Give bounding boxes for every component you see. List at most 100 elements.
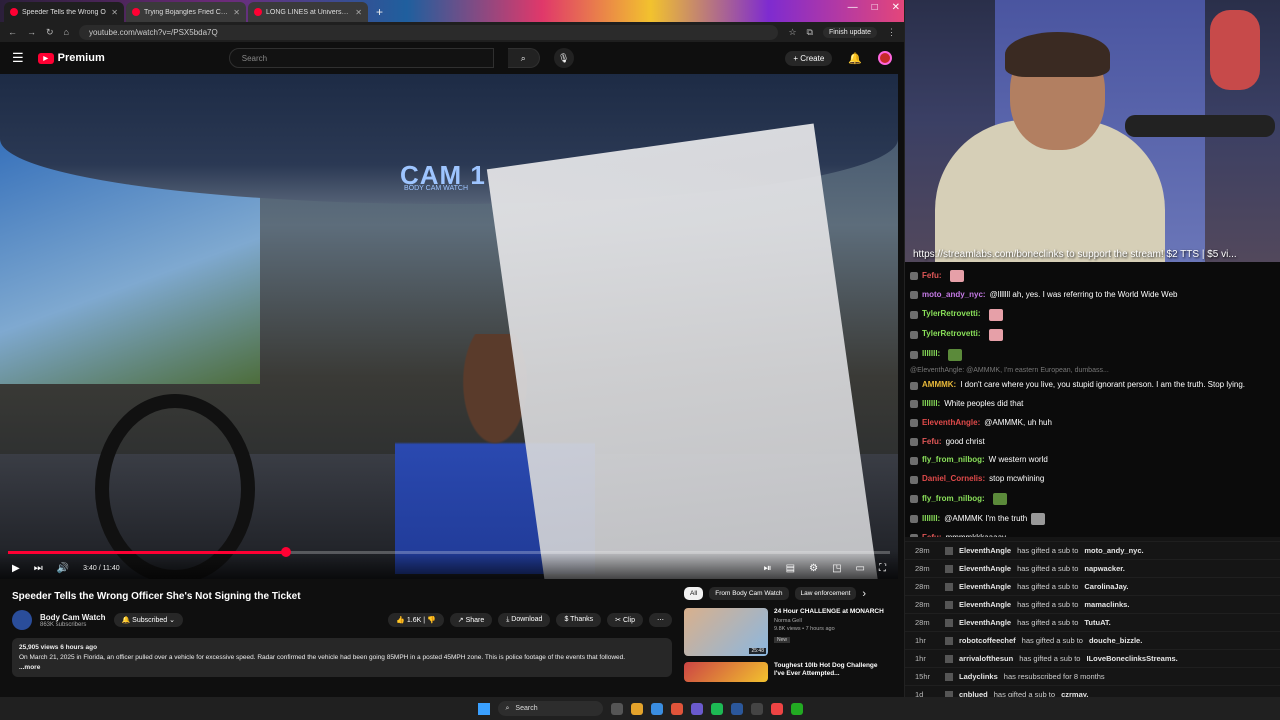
fullscreen-icon[interactable]: ⛶	[879, 563, 886, 574]
autoplay-toggle-icon[interactable]: ⏯	[764, 563, 772, 574]
search-input[interactable]: Search	[228, 48, 494, 68]
youtube-logo[interactable]: ▶ Premium	[37, 52, 105, 64]
edge-icon[interactable]	[650, 702, 663, 715]
recommendation-item[interactable]: 25:48 24 Hour CHALLENGE at MONARCH Norma…	[684, 608, 884, 656]
word-icon[interactable]	[730, 702, 743, 715]
recommendation-item[interactable]: Toughest 10lb Hot Dog Challenge I've Eve…	[684, 662, 884, 682]
settings-gear-icon[interactable]: ⚙	[809, 563, 818, 574]
app-icon[interactable]	[790, 702, 803, 715]
thanks-button[interactable]: $ Thanks	[556, 613, 602, 627]
menu-kebab-icon[interactable]: ⋮	[887, 27, 896, 38]
discord-icon[interactable]	[690, 702, 703, 715]
video-player[interactable]: CAM 1 BODY CAM WATCH ▶ ⏭ 🔊 3:40 / 11:40 …	[0, 74, 898, 579]
task-view-icon[interactable]	[610, 702, 623, 715]
chat-username[interactable]: lllllll:	[922, 399, 940, 410]
close-window-icon[interactable]: ✕	[892, 2, 900, 13]
hamburger-menu-icon[interactable]: ☰	[12, 50, 24, 66]
windows-start-icon[interactable]	[477, 702, 490, 715]
chat-username[interactable]: Fefu:	[922, 437, 942, 448]
chat-username[interactable]: Daniel_Cornelis:	[922, 474, 985, 485]
search-icon[interactable]: ⌕	[507, 48, 540, 68]
chevron-right-icon[interactable]: ›	[862, 588, 866, 600]
notifications-bell-icon[interactable]: 🔔	[848, 52, 862, 65]
share-button[interactable]: ↗ Share	[449, 613, 493, 627]
next-icon[interactable]: ⏭	[34, 563, 43, 574]
sub-event-user[interactable]: EleventhAngle	[959, 600, 1011, 609]
chat-username[interactable]: Fefu:	[922, 271, 942, 282]
back-icon[interactable]: ←	[8, 27, 17, 37]
sub-event-target[interactable]: czrmay.	[1061, 690, 1088, 697]
maximize-icon[interactable]: □	[872, 2, 878, 13]
chat-username[interactable]: EleventhAngle:	[922, 418, 980, 429]
sub-event-user[interactable]: arrivalofthesun	[959, 654, 1013, 663]
sub-event-user[interactable]: robotcoffeechef	[959, 636, 1016, 645]
sub-event-user[interactable]: EleventhAngle	[959, 564, 1011, 573]
sub-event-user[interactable]: EleventhAngle	[959, 546, 1011, 555]
chat-username[interactable]: lllllll:	[922, 349, 940, 360]
chat-username[interactable]: TylerRetrovetti:	[922, 309, 981, 320]
volume-icon[interactable]: 🔊	[57, 563, 69, 574]
file-explorer-icon[interactable]	[630, 702, 643, 715]
sub-event-target[interactable]: CarolinaJay.	[1084, 582, 1128, 591]
chat-username[interactable]: TylerRetrovetti:	[922, 329, 981, 340]
captions-icon[interactable]: ▤	[786, 563, 795, 574]
chat-username[interactable]: fly_from_nilbog:	[922, 455, 985, 466]
microphone-icon[interactable]: 🎙	[553, 48, 574, 68]
reload-icon[interactable]: ↻	[46, 27, 54, 38]
channel-name[interactable]: Body Cam Watch	[40, 613, 106, 622]
progress-scrubber[interactable]	[280, 547, 291, 557]
home-icon[interactable]: ⌂	[64, 27, 69, 37]
sub-event-target[interactable]: moto_andy_nyc.	[1084, 546, 1143, 555]
chrome-icon[interactable]	[670, 702, 683, 715]
obs-icon[interactable]	[750, 702, 763, 715]
create-button[interactable]: + Create	[785, 50, 833, 66]
extensions-icon[interactable]: ⧉	[807, 27, 813, 38]
close-tab-icon[interactable]: ✕	[355, 8, 362, 17]
like-button[interactable]: 👍 1.6K | 👎	[388, 613, 444, 627]
finish-update-button[interactable]: Finish update	[822, 26, 877, 38]
recommendation-thumbnail[interactable]: 25:48	[684, 608, 768, 656]
chip-law-enforcement[interactable]: Law enforcement	[794, 587, 857, 600]
app-icon[interactable]	[770, 702, 783, 715]
sub-event-target[interactable]: TutuAT.	[1084, 618, 1110, 627]
bookmark-star-icon[interactable]: ☆	[788, 27, 796, 38]
chip-from-channel[interactable]: From Body Cam Watch	[709, 587, 789, 600]
sub-event-user[interactable]: EleventhAngle	[959, 618, 1011, 627]
channel-avatar[interactable]	[12, 610, 32, 630]
tab-2[interactable]: Trying Bojangles Fried Chicken ✕	[126, 2, 246, 22]
tab-3[interactable]: LONG LINES at Universal Studi ✕	[248, 2, 368, 22]
chat-username[interactable]: AMMMK:	[922, 380, 956, 391]
miniplayer-icon[interactable]: ◳	[832, 563, 841, 574]
sub-event-user[interactable]: EleventhAngle	[959, 582, 1011, 591]
chat-username[interactable]: fly_from_nilbog:	[922, 494, 985, 505]
sub-event-user[interactable]: cnblued	[959, 690, 988, 697]
forward-icon[interactable]: →	[27, 27, 36, 37]
spotify-icon[interactable]	[710, 702, 723, 715]
minimize-icon[interactable]: —	[848, 2, 858, 13]
sub-event-target[interactable]: napwacker.	[1084, 564, 1124, 573]
sub-event-user[interactable]: Ladyclinks	[959, 672, 998, 681]
chat-username[interactable]: lllllll:	[922, 514, 940, 525]
subscribed-button[interactable]: 🔔 Subscribed ⌄	[113, 613, 184, 627]
theater-mode-icon[interactable]: ▭	[856, 563, 865, 574]
chat-username[interactable]: moto_andy_nyc:	[922, 290, 986, 301]
recommendation-thumbnail[interactable]	[684, 662, 768, 682]
download-button[interactable]: ⤓ Download	[498, 613, 551, 627]
close-tab-icon[interactable]: ✕	[111, 8, 118, 17]
description-more[interactable]: ...more	[19, 663, 665, 673]
url-field[interactable]: youtube.com/watch?v=/PSX5bda7Q	[78, 24, 779, 40]
more-actions-icon[interactable]: ⋯	[649, 613, 672, 627]
new-tab-icon[interactable]: +	[370, 5, 389, 22]
tab-1[interactable]: Speeder Tells the Wrong O ✕	[4, 2, 124, 22]
taskbar-search[interactable]: ⌕ Search	[497, 701, 603, 716]
clip-button[interactable]: ✂ Clip	[607, 613, 643, 627]
chip-all[interactable]: All	[684, 587, 704, 600]
progress-bar[interactable]	[8, 547, 890, 557]
play-icon[interactable]: ▶	[12, 563, 20, 574]
description-box[interactable]: 25,905 views 6 hours ago On March 21, 20…	[12, 638, 672, 678]
sub-event-target[interactable]: douche_bizzle.	[1089, 636, 1142, 645]
sub-event-target[interactable]: mamaclinks.	[1084, 600, 1129, 609]
close-tab-icon[interactable]: ✕	[233, 8, 240, 17]
account-avatar[interactable]	[878, 51, 892, 65]
sub-event-target[interactable]: ILoveBoneclinksStreams.	[1086, 654, 1177, 663]
